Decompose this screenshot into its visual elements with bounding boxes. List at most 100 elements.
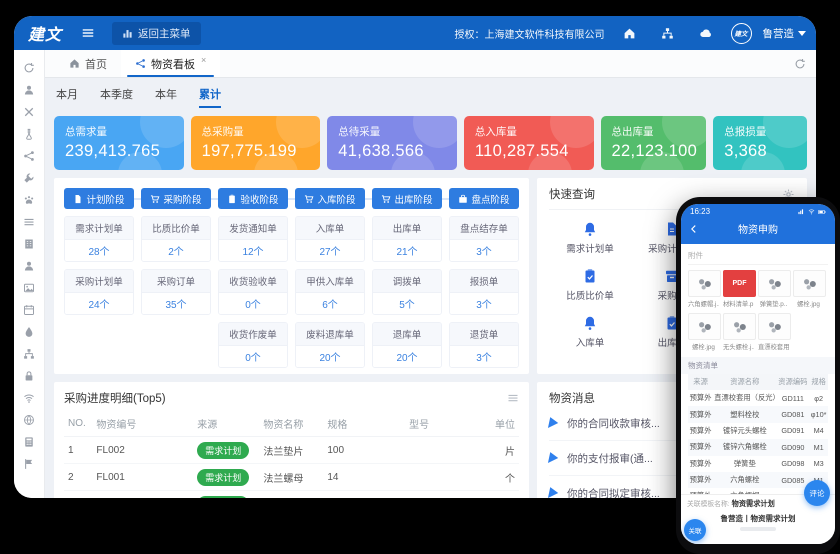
phone-table-row[interactable]: 预算外镀锌六角螺栓GD090M1 xyxy=(688,439,828,455)
share-icon[interactable] xyxy=(19,146,39,165)
stage-item-count[interactable]: 27个 xyxy=(296,239,364,261)
quick-query-比质比价单[interactable]: 比质比价单 xyxy=(549,261,631,308)
person-icon[interactable] xyxy=(19,256,39,275)
attachment-thumbnail[interactable]: 直漂校套用.. xyxy=(758,313,789,351)
subtab-累计[interactable]: 累计 xyxy=(199,86,221,108)
stage-item-count[interactable]: 12个 xyxy=(219,239,287,261)
subtab-本年[interactable]: 本年 xyxy=(155,86,177,108)
stage-item-count[interactable]: 0个 xyxy=(219,292,287,314)
home-icon[interactable] xyxy=(623,27,636,40)
phone-table-row[interactable]: 预算外镀锌元头螺栓GD091M4 xyxy=(688,423,828,439)
image-icon[interactable] xyxy=(19,278,39,297)
attachment-thumbnail[interactable]: 螺栓.jpg xyxy=(793,270,824,308)
stage-item[interactable]: 报损单3个 xyxy=(449,269,519,315)
calculator-icon[interactable] xyxy=(19,432,39,451)
stage-item-count[interactable]: 0个 xyxy=(219,345,287,367)
phone-table-row[interactable]: 预算外直漂校套用（反光）GD111φ2 xyxy=(688,390,828,406)
stage-item[interactable]: 出库单21个 xyxy=(372,216,442,262)
stage-column-1: 计划阶段需求计划单28个采购计划单24个 xyxy=(64,188,134,368)
stage-item-count[interactable]: 6个 xyxy=(296,292,364,314)
stage-header[interactable]: 盘点阶段 xyxy=(449,188,519,209)
drop-icon[interactable] xyxy=(19,322,39,341)
user-menu[interactable]: 鲁营造 xyxy=(763,26,807,41)
stage-item[interactable]: 调拨单5个 xyxy=(372,269,442,315)
phone-table-row[interactable]: 预算外弹簧垫GD098M3 xyxy=(688,456,828,472)
stage-item-count[interactable]: 20个 xyxy=(373,345,441,367)
close-icon[interactable]: × xyxy=(201,55,206,65)
stage-item[interactable]: 盘点结存单3个 xyxy=(449,216,519,262)
flask-icon[interactable] xyxy=(19,124,39,143)
building-icon[interactable] xyxy=(19,234,39,253)
org-chart-icon[interactable] xyxy=(661,27,674,40)
kpi-card-2[interactable]: 总采购量197,775.199 xyxy=(191,116,321,170)
attachment-thumbnail[interactable]: 无头螺栓.j.. xyxy=(723,313,754,351)
hamburger-menu-icon[interactable] xyxy=(81,26,95,40)
stage-item-count[interactable]: 28个 xyxy=(65,239,133,261)
user-icon[interactable] xyxy=(19,80,39,99)
attachment-thumbnail[interactable]: 螺栓.jpg xyxy=(688,313,719,351)
stage-header[interactable]: 验收阶段 xyxy=(218,188,288,209)
comment-button[interactable]: 评论 xyxy=(804,480,830,506)
stage-item-count[interactable]: 35个 xyxy=(142,292,210,314)
stage-item-count[interactable]: 20个 xyxy=(296,345,364,367)
paw-icon[interactable] xyxy=(19,190,39,209)
stage-item-count[interactable]: 21个 xyxy=(373,239,441,261)
subtab-本季度[interactable]: 本季度 xyxy=(100,86,133,108)
tab-home[interactable]: 首页 xyxy=(55,50,121,77)
tab-material-board[interactable]: 物资看板 × xyxy=(121,50,220,77)
stage-item[interactable]: 采购计划单24个 xyxy=(64,269,134,315)
lock-icon[interactable] xyxy=(19,366,39,385)
close-icon[interactable] xyxy=(19,102,39,121)
kpi-card-3[interactable]: 总待采量41,638.566 xyxy=(327,116,457,170)
stage-header[interactable]: 出库阶段 xyxy=(372,188,442,209)
quick-query-需求计划单[interactable]: 需求计划单 xyxy=(549,214,631,261)
cloud-icon[interactable] xyxy=(699,26,713,40)
stage-item-count[interactable]: 3个 xyxy=(450,292,518,314)
table-row[interactable]: 1FL002需求计划法兰垫片100片 xyxy=(64,437,519,464)
phone-table-row[interactable]: 预算外塑料栓校GD081φ10* xyxy=(688,406,828,422)
refresh-icon[interactable] xyxy=(19,58,39,77)
wifi-icon[interactable] xyxy=(19,388,39,407)
stage-item[interactable]: 比质比价单2个 xyxy=(141,216,211,262)
refresh-icon[interactable] xyxy=(794,58,806,70)
list-icon[interactable] xyxy=(19,212,39,231)
stage-item[interactable]: 收货作废单0个 xyxy=(218,322,288,368)
link-button[interactable]: 关联 xyxy=(684,519,706,541)
back-to-main-menu-button[interactable]: 返回主菜单 xyxy=(112,22,201,45)
kpi-card-1[interactable]: 总需求量239,413.765 xyxy=(54,116,184,170)
stage-item[interactable]: 采购订单35个 xyxy=(141,269,211,315)
chevron-left-icon[interactable] xyxy=(689,224,699,234)
stage-item-count[interactable]: 5个 xyxy=(373,292,441,314)
subtab-本月[interactable]: 本月 xyxy=(56,86,78,108)
quick-query-入库单[interactable]: 入库单 xyxy=(549,308,631,355)
stage-header[interactable]: 采购阶段 xyxy=(141,188,211,209)
stage-item[interactable]: 甲供入库单6个 xyxy=(295,269,365,315)
stage-item[interactable]: 退库单20个 xyxy=(372,322,442,368)
stage-item[interactable]: 收货验收单0个 xyxy=(218,269,288,315)
table-row[interactable]: 2FL001需求计划法兰螺母14个 xyxy=(64,464,519,491)
stage-item[interactable]: 发货通知单12个 xyxy=(218,216,288,262)
globe-icon[interactable] xyxy=(19,410,39,429)
flag-icon[interactable] xyxy=(19,454,39,473)
attachment-thumbnail[interactable]: PDF材料清单.p.. xyxy=(723,270,754,308)
stage-header[interactable]: 入库阶段 xyxy=(295,188,365,209)
stage-item[interactable]: 退货单3个 xyxy=(449,322,519,368)
network-icon[interactable] xyxy=(19,344,39,363)
calendar-icon[interactable] xyxy=(19,300,39,319)
stage-item-count[interactable]: 24个 xyxy=(65,292,133,314)
tool-icon[interactable] xyxy=(19,168,39,187)
kpi-card-5[interactable]: 总出库量22,123.100 xyxy=(601,116,707,170)
stage-item-count[interactable]: 2个 xyxy=(142,239,210,261)
kpi-card-4[interactable]: 总入库量110,287.554 xyxy=(464,116,594,170)
stage-item[interactable]: 废料退库单20个 xyxy=(295,322,365,368)
stage-item[interactable]: 需求计划单28个 xyxy=(64,216,134,262)
attachment-thumbnail[interactable]: 弹簧垫.p.. xyxy=(758,270,789,308)
list-icon[interactable] xyxy=(507,392,519,404)
stage-item-count[interactable]: 3个 xyxy=(450,239,518,261)
kpi-card-6[interactable]: 总报损量3,368 xyxy=(713,116,807,170)
stage-header[interactable]: 计划阶段 xyxy=(64,188,134,209)
stage-item[interactable]: 入库单27个 xyxy=(295,216,365,262)
table-row[interactable]: 3CGCL0017需求计划普通混凝土C10m3 xyxy=(64,491,519,499)
attachment-thumbnail[interactable]: 六角螺帽.j.. xyxy=(688,270,719,308)
stage-item-count[interactable]: 3个 xyxy=(450,345,518,367)
